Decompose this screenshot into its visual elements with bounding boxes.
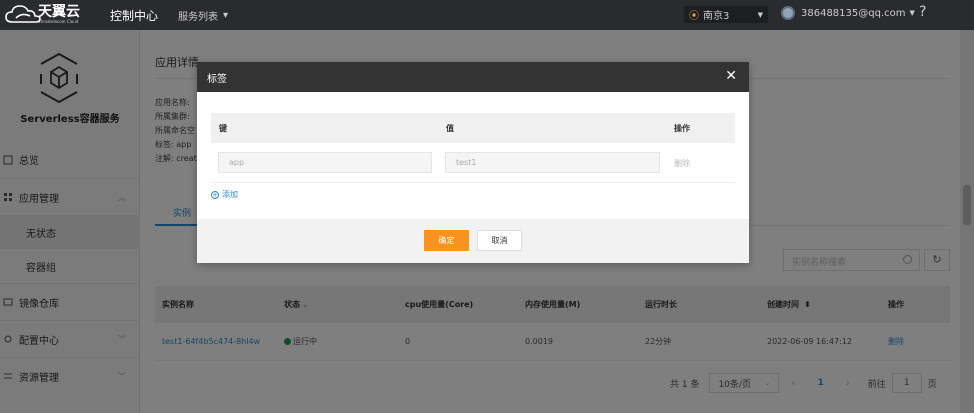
dialog-title: 标签 [207, 73, 227, 85]
dialog-table-header: 键 值 操作 [211, 113, 735, 143]
cancel-button[interactable]: 取消 [477, 230, 522, 251]
column-header-key: 键 [219, 123, 227, 133]
add-label-button[interactable]: + 添加 [211, 189, 238, 200]
label-key-input[interactable]: app [218, 152, 432, 173]
dialog-header: 标签 ✕ [197, 62, 749, 92]
avatar [781, 6, 795, 20]
top-navigation-bar: 天翼云 Chinatelecom Cloud 控制中心 服务列表 ▾ ⦿ 南京3… [0, 0, 974, 30]
plus-circle-icon: + [211, 190, 219, 199]
delete-label-button[interactable]: 删除 [674, 158, 690, 169]
user-email: 386488135@qq.com [801, 7, 906, 19]
region-selector[interactable]: ⦿ 南京3 ▼ [684, 6, 768, 23]
help-icon[interactable]: ? [919, 4, 926, 20]
caret-down-icon: ▼ [909, 9, 915, 17]
location-pin-icon: ⦿ [689, 11, 699, 22]
caret-down-icon: ▼ [757, 10, 763, 19]
region-label: 南京3 [703, 11, 730, 22]
confirm-button[interactable]: 确定 [424, 230, 469, 251]
services-menu[interactable]: 服务列表 ▾ [178, 8, 228, 23]
label-row: app test1 删除 [211, 143, 735, 183]
add-label-text: 添加 [222, 190, 238, 199]
labels-dialog: 标签 ✕ 键 值 操作 app test1 删除 + 添加 确定 取消 [197, 62, 749, 263]
cloud-logo-icon [5, 5, 41, 23]
console-link[interactable]: 控制中心 [110, 7, 158, 24]
label-value-input[interactable]: test1 [445, 152, 660, 173]
services-label: 服务列表 [178, 11, 219, 23]
close-icon[interactable]: ✕ [725, 68, 737, 84]
logo[interactable]: 天翼云 Chinatelecom Cloud [4, 0, 104, 30]
column-header-action: 操作 [674, 123, 690, 133]
column-header-value: 值 [446, 123, 454, 133]
chevron-down-icon: ▾ [223, 9, 229, 21]
user-menu[interactable]: 386488135@qq.com ▼ [781, 6, 915, 20]
dialog-footer: 确定 取消 [197, 219, 749, 263]
